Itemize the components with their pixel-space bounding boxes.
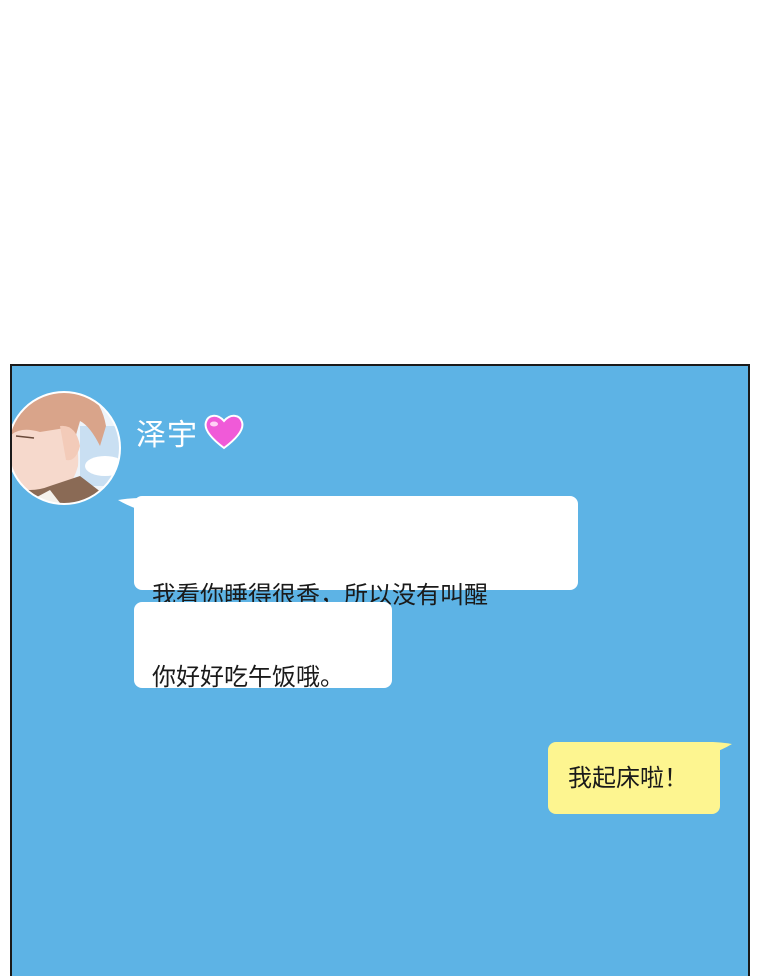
incoming-message-bubble: 你好好吃午饭哦。 — [134, 602, 392, 691]
bubble-tail — [118, 498, 140, 510]
chat-panel: 泽宇 我看你睡得很香，所以没有叫醒 你就出门了。 你好好吃午饭哦。 我起床啦！ — [10, 364, 750, 976]
heart-icon — [202, 412, 246, 452]
contact-name-row: 泽宇 — [136, 410, 246, 454]
comic-page: 泽宇 我看你睡得很香，所以没有叫醒 你就出门了。 你好好吃午饭哦。 我起床啦！ — [0, 0, 760, 976]
avatar[interactable] — [12, 366, 122, 530]
outgoing-message-bubble: 我起床啦！ — [548, 742, 732, 814]
message-text: 你好好吃午饭哦。 — [152, 663, 344, 691]
message-text: 我起床啦！ — [568, 764, 688, 792]
bubble-tail — [710, 742, 732, 754]
incoming-message-bubble: 我看你睡得很香，所以没有叫醒 你就出门了。 — [118, 496, 578, 643]
contact-name: 泽宇 — [136, 418, 198, 453]
